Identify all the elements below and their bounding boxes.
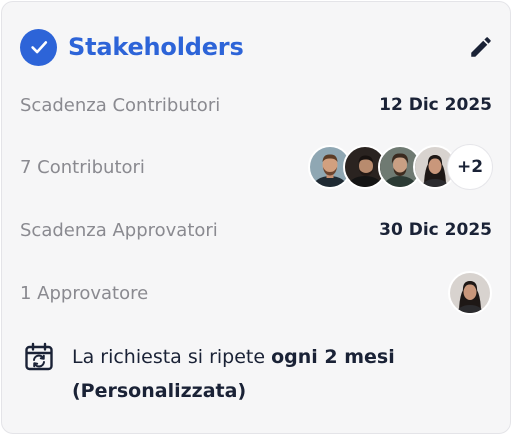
recurrence-text: La richiesta si ripete ogni 2 mesi (Perso… (72, 340, 395, 408)
approvers-avatar-group[interactable] (448, 271, 492, 315)
approvers-deadline-label: Scadenza Approvatori (20, 219, 218, 241)
approvers-count-label: 1 Approvatore (20, 282, 149, 304)
recurrence-type: (Personalizzata) (72, 380, 247, 402)
approver-avatar[interactable] (448, 271, 492, 315)
contributors-avatar-group[interactable]: +2 (308, 145, 492, 189)
check-circle-icon (20, 28, 57, 66)
calendar-repeat-icon (25, 342, 53, 371)
contributors-deadline-value: 12 Dic 2025 (379, 95, 492, 115)
contributors-row: 7 Contributori +2 (20, 145, 492, 189)
edit-button[interactable] (466, 32, 496, 62)
contributors-deadline-label: Scadenza Contributori (20, 94, 221, 116)
recurrence-prefix: La richiesta si ripete (72, 346, 272, 368)
pencil-icon (471, 37, 491, 57)
approvers-row: 1 Approvatore (20, 271, 492, 315)
recurrence-frequency: ogni 2 mesi (271, 346, 395, 368)
card-title: Stakeholders (68, 33, 244, 61)
stakeholders-card: Stakeholders Scadenza Contributori 12 Di… (1, 1, 511, 434)
approvers-deadline-row: Scadenza Approvatori 30 Dic 2025 (20, 210, 492, 250)
contributors-count-label: 7 Contributori (20, 156, 145, 178)
more-contributors-badge[interactable]: +2 (448, 145, 492, 189)
contributors-deadline-row: Scadenza Contributori 12 Dic 2025 (20, 85, 492, 125)
card-header: Stakeholders (20, 27, 496, 67)
approvers-deadline-value: 30 Dic 2025 (379, 220, 492, 240)
recurrence-info: La richiesta si ripete ogni 2 mesi (Perso… (24, 340, 492, 408)
